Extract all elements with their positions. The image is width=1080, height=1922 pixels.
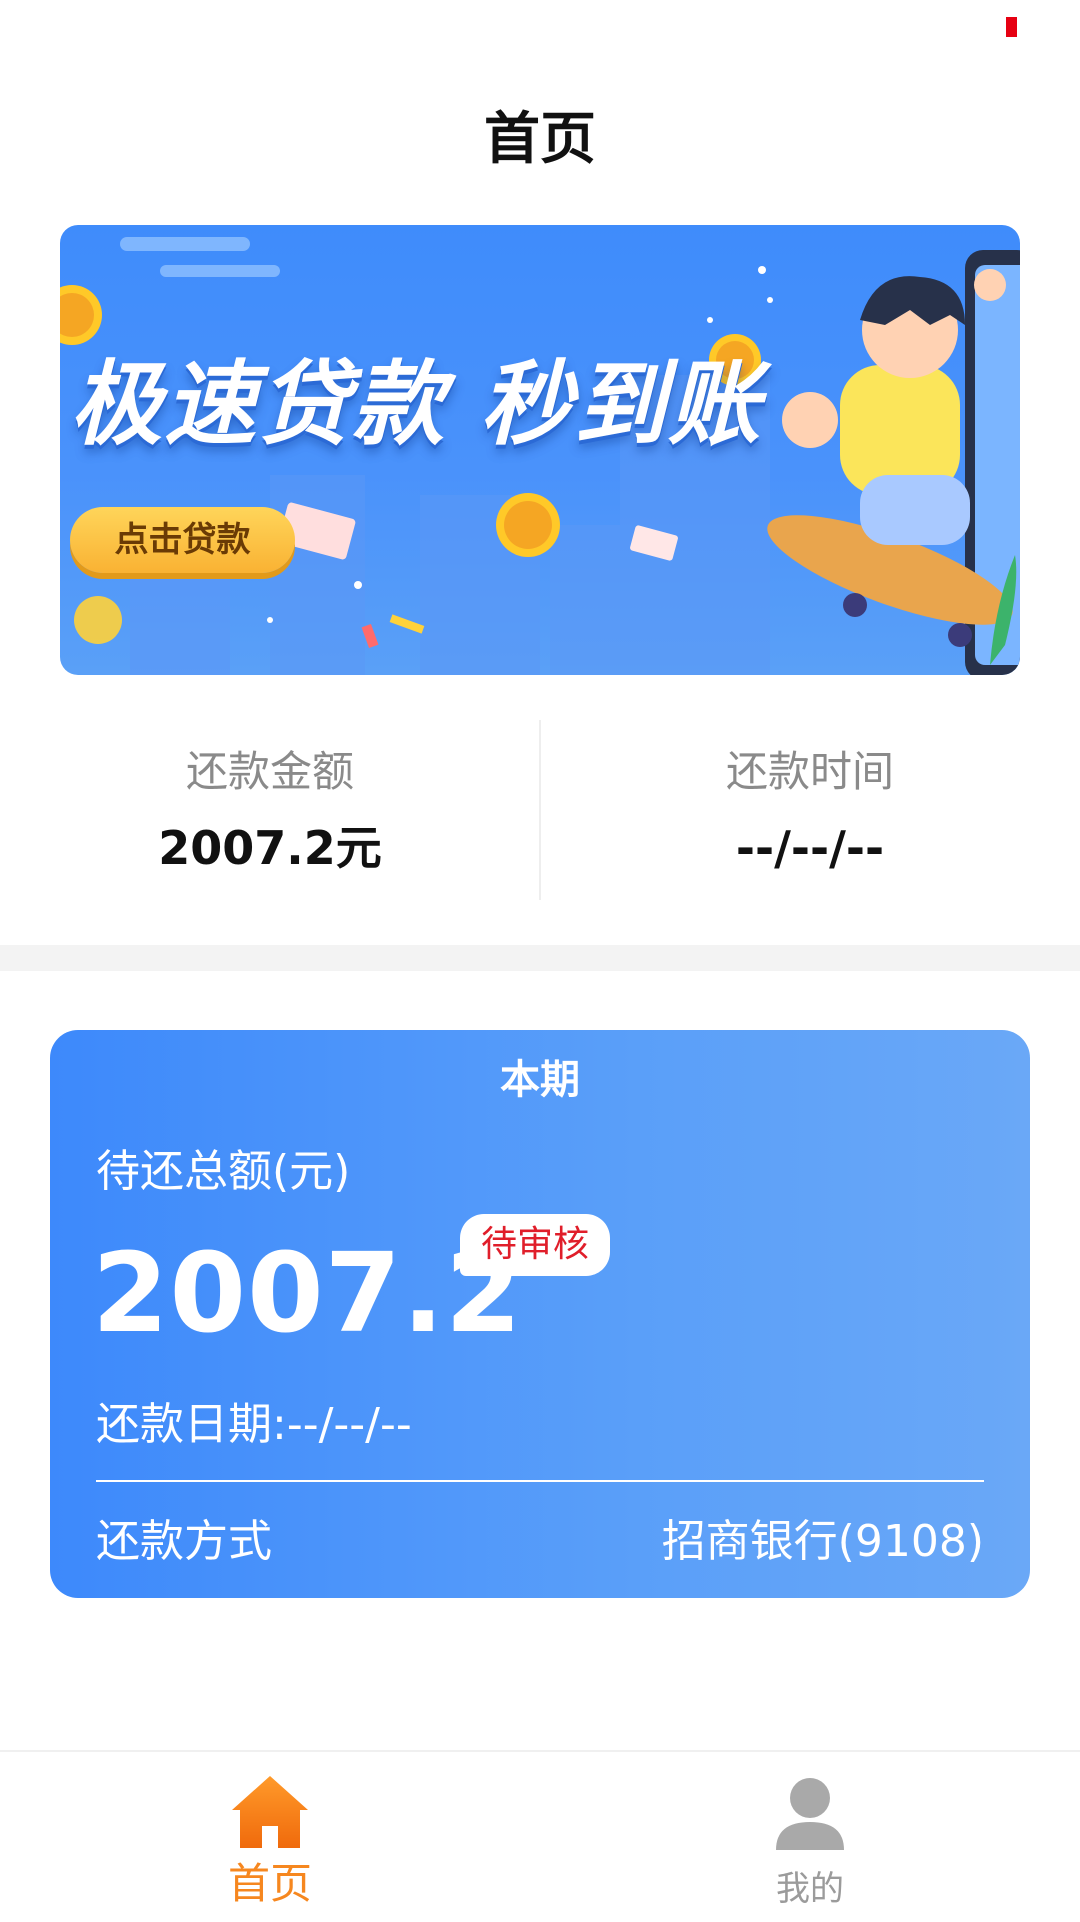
tab-mine-label: 我的 [776,1869,844,1909]
card-divider [96,1480,984,1482]
section-divider [0,945,1080,971]
tab-home[interactable]: 首页 [0,1752,540,1922]
bottom-tab-bar: 首页 我的 [0,1750,1080,1920]
status-badge: 待审核 [460,1214,610,1276]
total-due-amount: 2007.2 [92,1229,523,1357]
tab-home-label: 首页 [227,1859,312,1908]
pay-method-value[interactable]: 招商银行(9108) [662,1512,984,1572]
current-period-card[interactable]: 本期 待还总额(元) 2007.2 待审核 还款日期:--/--/-- 还款方式… [50,1030,1030,1598]
tab-mine[interactable]: 我的 [540,1752,1080,1922]
repay-time-label: 还款时间 [725,747,894,796]
home-icon [232,1776,308,1848]
page-title: 首页 [484,107,596,172]
repayment-summary: 还款金额 2007.2元 还款时间 --/--/-- [0,720,1080,900]
pay-method-label: 还款方式 [96,1516,272,1567]
status-indicator-icon [1006,17,1017,37]
banner-slogan: 极速贷款 秒到账 [70,351,763,458]
card-title: 本期 [500,1057,580,1103]
apply-loan-button[interactable]: 点击贷款 [70,507,295,573]
promo-banner[interactable]: 极速贷款 秒到账 点击贷款 [60,225,1020,675]
repay-time-block: 还款时间 --/--/-- [540,720,1080,900]
user-icon [776,1778,844,1850]
repay-amount-block: 还款金额 2007.2元 [0,720,540,900]
repay-time-value: --/--/-- [735,821,885,875]
repay-amount-value: 2007.2元 [158,821,382,875]
repay-amount-label: 还款金额 [185,747,354,796]
total-due-label: 待还总额(元) [96,1146,351,1197]
repay-date: 还款日期:--/--/-- [96,1399,412,1450]
status-bar [0,0,1080,60]
